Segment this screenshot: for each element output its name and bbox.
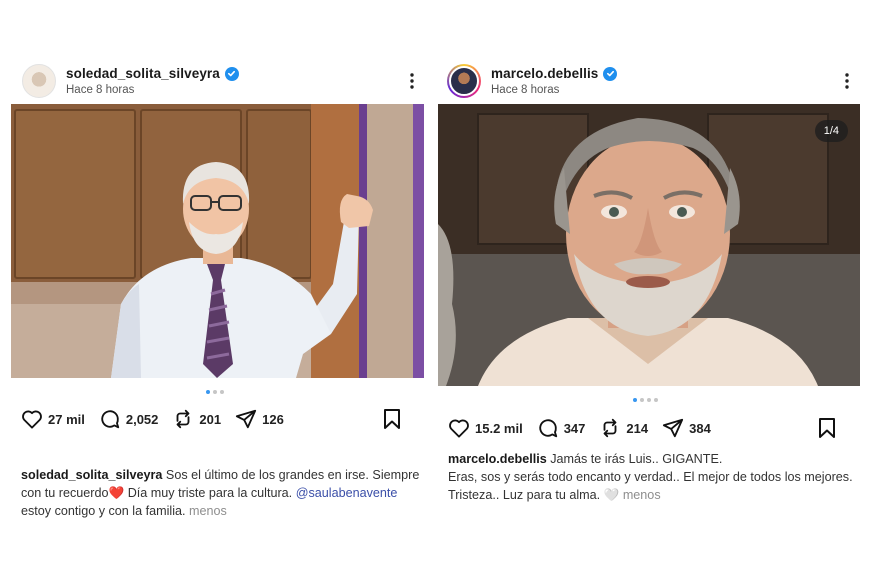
instagram-post-left: soledad_solita_silveyra Hace 8 horas 27 … xyxy=(0,0,435,580)
comment-count: 2,052 xyxy=(125,411,159,427)
caption-text: Día muy triste para la cultura. xyxy=(127,486,293,500)
comment-count: 347 xyxy=(563,420,586,436)
post-timestamp: Hace 8 horas xyxy=(66,84,135,96)
save-button[interactable] xyxy=(383,408,401,430)
heart-emoji: ❤️ xyxy=(108,486,125,500)
more-vertical-icon[interactable] xyxy=(402,69,422,93)
share-count: 384 xyxy=(689,420,711,436)
caption-less-link[interactable]: menos xyxy=(623,488,661,502)
like-count: 27 mil xyxy=(48,411,85,427)
repost-count: 201 xyxy=(199,411,222,427)
username[interactable]: marcelo.debellis xyxy=(491,66,598,81)
like-button[interactable]: 27 mil xyxy=(21,409,85,429)
white-heart-emoji: 🤍 xyxy=(603,488,620,502)
repost-arrows-icon xyxy=(603,418,617,438)
carousel-dot xyxy=(640,398,644,402)
comment-button[interactable]: 2,052 xyxy=(99,408,159,430)
instagram-post-right: marcelo.debellis Hace 8 horas 1/4 15.2 m… xyxy=(435,0,870,580)
bookmark-icon xyxy=(819,418,835,438)
carousel-dot xyxy=(654,398,658,402)
caption-mention-link[interactable]: @saulabenavente xyxy=(296,486,398,500)
post-header: marcelo.debellis Hace 8 horas xyxy=(447,60,857,102)
repost-count: 214 xyxy=(626,420,649,436)
post-caption: soledad_solita_silveyra Sos el último de… xyxy=(21,466,421,520)
carousel-dot xyxy=(647,398,651,402)
post-header: soledad_solita_silveyra Hace 8 horas xyxy=(22,60,422,102)
more-vertical-icon[interactable] xyxy=(837,69,857,93)
speech-bubble-icon xyxy=(101,410,120,429)
bookmark-icon xyxy=(384,409,400,429)
heart-outline-icon xyxy=(22,410,42,429)
share-button[interactable]: 126 xyxy=(235,408,284,430)
post-photo[interactable]: 1/4 xyxy=(438,104,860,386)
verified-badge-icon xyxy=(224,66,239,81)
caption-username[interactable]: marcelo.debellis xyxy=(448,452,547,466)
like-button[interactable]: 15.2 mil xyxy=(448,418,523,438)
repost-button[interactable]: 214 xyxy=(599,417,648,439)
repost-button[interactable]: 201 xyxy=(172,408,221,430)
avatar[interactable] xyxy=(22,64,56,98)
post-photo[interactable] xyxy=(11,104,424,378)
carousel-indicator xyxy=(633,398,658,402)
share-count: 126 xyxy=(262,411,284,427)
caption-less-link[interactable]: menos xyxy=(189,504,227,518)
paper-plane-icon xyxy=(236,409,257,429)
paper-plane-icon xyxy=(663,418,684,438)
verified-badge-icon xyxy=(603,66,618,81)
speech-bubble-icon xyxy=(539,419,557,438)
repost-arrows-icon xyxy=(176,409,190,429)
caption-text: Jamás te irás Luis.. GIGANTE. xyxy=(550,452,723,466)
avatar[interactable] xyxy=(447,64,481,98)
post-caption: marcelo.debellis Jamás te irás Luis.. GI… xyxy=(448,450,860,504)
carousel-dot xyxy=(206,390,210,394)
carousel-dot xyxy=(220,390,224,394)
action-bar: 27 mil 2,052 201 126 xyxy=(21,405,415,433)
save-button[interactable] xyxy=(818,417,836,439)
like-count: 15.2 mil xyxy=(475,420,523,436)
heart-outline-icon xyxy=(449,419,469,438)
comment-button[interactable]: 347 xyxy=(537,417,586,439)
carousel-indicator xyxy=(206,390,224,394)
username[interactable]: soledad_solita_silveyra xyxy=(66,66,220,81)
image-counter-badge: 1/4 xyxy=(814,120,848,142)
carousel-dot xyxy=(633,398,637,402)
post-timestamp: Hace 8 horas xyxy=(491,84,560,96)
caption-username[interactable]: soledad_solita_silveyra xyxy=(21,468,162,482)
action-bar: 15.2 mil 347 214 384 xyxy=(448,414,850,442)
share-button[interactable]: 384 xyxy=(662,417,711,439)
carousel-dot xyxy=(213,390,217,394)
caption-text: estoy contigo y con la familia. xyxy=(21,504,186,518)
